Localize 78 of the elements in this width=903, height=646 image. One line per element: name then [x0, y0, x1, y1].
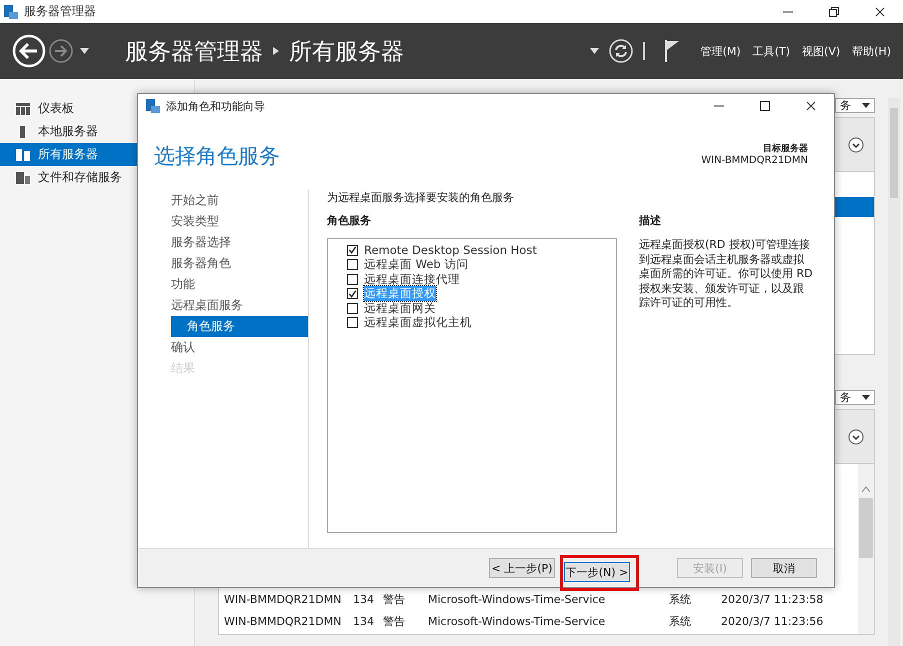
checkbox[interactable]	[347, 317, 358, 328]
scrollbar[interactable]	[888, 98, 900, 646]
table-cell-text: 警告	[383, 614, 406, 628]
refresh-button[interactable]	[608, 39, 633, 63]
target-server: WIN-BMMDQR21DMN	[701, 155, 808, 166]
role-option[interactable]: 远程桌面虚拟化主机	[364, 315, 472, 330]
role-option[interactable]: Remote Desktop Session Host	[364, 243, 537, 258]
table-cell-text: 134	[353, 614, 375, 628]
servers-icon	[16, 148, 30, 160]
target-label: 目标服务器	[763, 142, 808, 155]
table-cell-text: 警告	[383, 592, 406, 606]
grid-icon	[16, 102, 30, 114]
forward-button[interactable]	[48, 38, 74, 64]
filter-dropdown[interactable]: 务	[835, 98, 875, 113]
list-label: 角色服务	[327, 212, 372, 228]
maximize-icon[interactable]	[760, 101, 770, 111]
table-cell-text: 2020/3/7 11:23:58	[721, 592, 824, 606]
wizard-button[interactable]: 取消	[751, 558, 817, 578]
wizard-step[interactable]: 服务器角色	[171, 253, 308, 274]
menu-item[interactable]: 帮助(H)	[852, 44, 891, 58]
close-icon[interactable]	[806, 101, 816, 111]
expand-button[interactable]	[848, 136, 864, 152]
filter-dropdown[interactable]: 务	[835, 390, 875, 405]
caret-icon[interactable]	[80, 48, 89, 54]
menu-item[interactable]: 管理(M)	[700, 44, 741, 58]
description-label: 描述	[639, 212, 662, 228]
caret-icon[interactable]	[862, 103, 870, 108]
back-button[interactable]	[12, 34, 46, 68]
table-cell-text: WIN-BMMDQR21DMN	[224, 592, 342, 606]
checkbox[interactable]	[347, 259, 358, 270]
storage-icon	[16, 172, 30, 184]
wizard-step[interactable]: 服务器选择	[171, 232, 308, 253]
wizard-button[interactable]: 下一步(N) >	[564, 562, 630, 582]
breadcrumb-item[interactable]: 服务器管理器	[125, 36, 263, 66]
caret-icon[interactable]	[862, 395, 870, 400]
wizard-step[interactable]: 角色服务	[171, 316, 308, 337]
flag-icon[interactable]	[664, 40, 679, 62]
table-cell-text: 2020/3/7 11:23:56	[721, 614, 824, 628]
wizard-button[interactable]: < 上一步(P)	[489, 558, 555, 578]
sidebar-label: 本地服务器	[38, 123, 98, 140]
role-option[interactable]: 远程桌面网关	[364, 300, 436, 316]
menu-item[interactable]: 工具(T)	[752, 44, 790, 58]
close-icon[interactable]	[875, 6, 885, 16]
table-cell-text: Microsoft-Windows-Time-Service	[428, 614, 606, 628]
wizard-step[interactable]: 远程桌面服务	[171, 295, 308, 316]
sidebar-label: 所有服务器	[38, 146, 98, 163]
restore-icon[interactable]	[829, 6, 839, 16]
role-option[interactable]: 远程桌面连接代理	[364, 272, 460, 287]
app-icon	[4, 4, 18, 18]
wizard-step[interactable]: 功能	[171, 274, 308, 295]
breadcrumb-item[interactable]: 所有服务器	[289, 36, 404, 66]
window-title: 服务器管理器	[24, 3, 96, 20]
dialog-title: 添加角色和功能向导	[166, 98, 265, 114]
scrollbar[interactable]	[858, 464, 874, 634]
sidebar-label: 仪表板	[38, 100, 74, 117]
table-cell-text: 系统	[669, 592, 692, 606]
wizard-step[interactable]: 开始之前	[171, 190, 308, 211]
sidebar-item[interactable]: 本地服务器	[0, 120, 194, 143]
description-text: 远程桌面授权(RD 授权)可管理连接到远程桌面会话主机服务器或虚拟桌面所需的许可证。你可以使用 RD 授权来安装、颁发许可证，以及跟踪许可证的可用性。	[639, 238, 814, 310]
expand-button[interactable]	[848, 428, 864, 444]
wizard-step[interactable]: 安装类型	[171, 211, 308, 232]
table-cell-text: Microsoft-Windows-Time-Service	[428, 592, 606, 606]
caret-icon[interactable]	[590, 48, 599, 54]
menu-item[interactable]: 视图(V)	[802, 44, 840, 58]
sidebar-label: 文件和存储服务	[38, 169, 122, 186]
checkbox[interactable]	[347, 274, 358, 285]
checkbox[interactable]	[347, 244, 358, 256]
checkbox[interactable]	[347, 288, 358, 300]
table-cell-text: 134	[353, 592, 375, 606]
wizard-icon	[146, 99, 160, 113]
chevron-icon	[273, 46, 279, 56]
wizard-step[interactable]: 确认	[171, 337, 308, 358]
table-cell-text: WIN-BMMDQR21DMN	[224, 614, 342, 628]
checkbox[interactable]	[347, 302, 358, 314]
scroll-up-icon[interactable]	[862, 486, 870, 492]
table-cell-text: 系统	[669, 614, 692, 628]
instruction-text: 为远程桌面服务选择要安装的角色服务	[327, 190, 515, 206]
role-option[interactable]: 远程桌面 Web 访问	[364, 257, 468, 272]
